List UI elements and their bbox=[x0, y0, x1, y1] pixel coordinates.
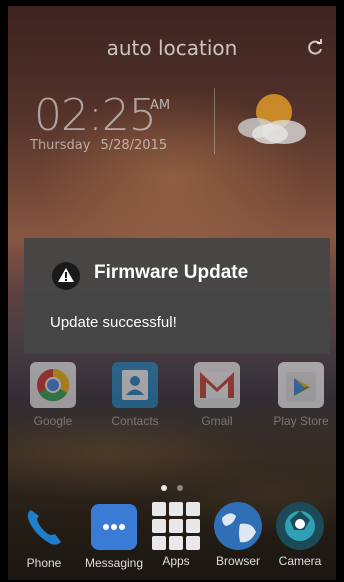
refresh-icon[interactable] bbox=[304, 38, 326, 60]
page-dot[interactable] bbox=[177, 485, 183, 491]
contacts-icon-svg bbox=[122, 370, 148, 400]
app-contacts[interactable]: Contacts bbox=[94, 362, 176, 428]
phone-icon bbox=[21, 504, 67, 550]
dock-apps[interactable]: Apps bbox=[148, 502, 204, 568]
camera-icon bbox=[274, 500, 326, 552]
page-indicator bbox=[8, 476, 336, 495]
play-store-icon bbox=[278, 362, 324, 408]
gmail-icon-svg bbox=[200, 372, 234, 398]
phone-icon-svg bbox=[27, 510, 61, 545]
app-label: Camera bbox=[278, 554, 322, 568]
clock-date: Thursday 5/28/2015 bbox=[30, 138, 177, 153]
browser-icon bbox=[212, 500, 264, 552]
gmail-icon bbox=[194, 362, 240, 408]
camera-icon-svg bbox=[276, 502, 324, 550]
browser-icon-svg bbox=[214, 502, 262, 550]
weather-icon-svg bbox=[238, 94, 306, 144]
partly-cloudy-icon[interactable] bbox=[234, 90, 314, 148]
dock-browser[interactable]: Browser bbox=[210, 502, 266, 568]
warning-icon bbox=[52, 262, 80, 290]
dock-camera[interactable]: Camera bbox=[272, 502, 328, 568]
location-label[interactable]: auto location bbox=[8, 36, 336, 60]
app-play-store[interactable]: Play Store bbox=[260, 362, 336, 428]
app-label: Contacts bbox=[111, 414, 159, 428]
app-label: Google bbox=[33, 414, 73, 428]
dock-messaging[interactable]: Messaging bbox=[76, 504, 152, 570]
page-dot-active[interactable] bbox=[161, 485, 167, 491]
clock-ampm: AM bbox=[150, 98, 171, 113]
app-label: Phone bbox=[26, 556, 62, 570]
google-icon-svg bbox=[37, 368, 70, 402]
messaging-icon-svg bbox=[91, 504, 137, 550]
dialog-title: Firmware Update bbox=[94, 262, 249, 283]
refresh-icon-svg bbox=[308, 39, 322, 55]
widget-divider bbox=[214, 88, 215, 154]
apps-grid-icon bbox=[150, 500, 202, 552]
app-google[interactable]: Google bbox=[12, 362, 94, 428]
date-day: Thursday bbox=[30, 138, 91, 153]
app-label: Gmail bbox=[201, 414, 233, 428]
messaging-icon bbox=[91, 504, 137, 550]
app-label: Browser bbox=[215, 554, 260, 568]
date-value: 5/28/2015 bbox=[100, 138, 168, 153]
app-label: Play Store bbox=[273, 414, 329, 428]
contacts-icon bbox=[112, 362, 158, 408]
dock-phone[interactable]: Phone bbox=[16, 504, 72, 570]
play-store-icon-svg bbox=[286, 372, 316, 402]
apps-grid-icon-svg bbox=[152, 502, 200, 550]
app-label: Apps bbox=[162, 554, 190, 568]
firmware-update-dialog[interactable]: Firmware Update Update successful! bbox=[24, 238, 330, 354]
warning-icon-svg bbox=[52, 262, 80, 290]
app-label: Messaging bbox=[84, 556, 144, 570]
clock-time[interactable]: 02:25 bbox=[34, 90, 157, 141]
home-screen: auto location 02:25 AM Thursday 5/28/2015 bbox=[8, 6, 336, 580]
google-icon bbox=[30, 362, 76, 408]
app-gmail[interactable]: Gmail bbox=[176, 362, 258, 428]
dialog-message: Update successful! bbox=[50, 314, 177, 331]
